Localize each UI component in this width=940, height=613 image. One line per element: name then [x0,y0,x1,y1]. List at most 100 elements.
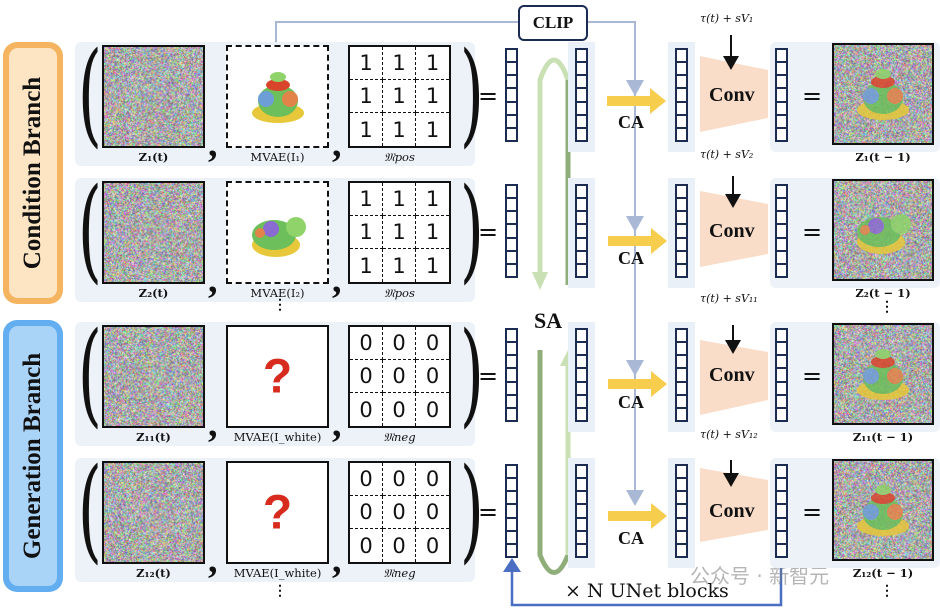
sa-arc-bottom [537,350,571,575]
ca-output-vector [675,328,688,422]
ca-output-vector [675,48,688,142]
turtle-toy-image [857,349,909,400]
mask-cell: 1 [416,80,449,113]
vector-cell [777,199,786,213]
mask-cell: 1 [416,216,449,249]
condition-image-box [226,181,329,284]
mask-cell: 1 [425,117,440,142]
output-denoised-image [832,323,934,425]
mask-cell: 1 [383,47,416,80]
vector-cell [507,225,516,239]
mask-grid: 000000000 [348,461,451,564]
turtle-toy-image [857,69,909,120]
sa-arrowhead-down [532,272,548,290]
latent-noise-image [102,181,205,284]
vector-cell [677,466,686,480]
vector-cell [677,199,686,213]
mask-cell: 1 [350,183,383,216]
mask-cell: 0 [383,393,416,426]
vector-cell [677,383,686,396]
output-denoised-image [832,179,934,281]
vector-cell [507,265,516,276]
latent-noise-image [102,325,205,428]
vector-cell [507,505,516,519]
condition-label: MVAE(I₁) [250,150,305,164]
vector-cell [507,519,516,532]
conv-output-vector [775,464,788,558]
vector-cell [507,466,516,480]
ca-arrows [607,88,667,529]
turtle-toy-image [251,71,304,123]
mask-cell: 1 [383,249,416,282]
vector-cell [577,409,586,420]
equals-sign: = [802,362,823,390]
vector-cell [777,466,786,480]
vector-cell [577,492,586,506]
sa-arc-top [537,57,571,285]
output-denoised-image [832,43,934,145]
latent-noise-image [102,461,205,564]
vector-cell [777,532,786,545]
timestep-embedding-label: τ(t) + sV₁ [700,12,754,25]
equals-sign: = [478,218,499,246]
vector-cell [777,129,786,140]
vector-cell [677,186,686,200]
input-feature-vector [505,48,518,142]
turtle-toy-image [857,214,911,254]
vector-cell [777,519,786,532]
clip-encoder-box: CLIP [518,5,588,41]
vector-cell [577,129,586,140]
timestep-embedding-label: τ(t) + sV₂ [700,148,754,161]
vector-cell [577,356,586,370]
condition-label: MVAE(I_white) [233,430,322,444]
mask-label: 𝔐neg [383,430,416,444]
vector-cell [577,343,586,357]
equals-sign: = [478,362,499,390]
ellipsis: ⋮ [273,297,287,313]
mask-cell: 1 [383,113,416,146]
mask-cell: 1 [350,47,383,80]
vector-cell [577,212,586,226]
output-label: Z₁₁(t − 1) [852,430,914,444]
vector-cell [777,50,786,64]
ca-output-vector [675,184,688,278]
mask-label: 𝔐pos [384,150,415,164]
output-label: Z₁(t − 1) [855,150,911,164]
vector-cell [677,50,686,64]
vector-cell [777,409,786,420]
white-image-box: ? [226,325,329,428]
vector-cell [777,343,786,357]
ellipsis: ⋮ [880,583,894,599]
left-parenthesis: ( [77,309,102,439]
vector-cell [507,343,516,357]
latent-label: Z₁₁(t) [136,430,171,444]
conv-label: Conv [709,84,755,106]
mask-cell: 1 [350,216,383,249]
vector-cell [577,239,586,252]
condition-image-box [226,45,329,148]
vector-cell [507,129,516,140]
vector-cell [577,225,586,239]
vector-cell [507,239,516,252]
vector-cell [677,265,686,276]
vector-cell [507,545,516,556]
mask-grid: 111111111 [348,45,451,148]
unet-loop-arrowhead [503,558,521,572]
vector-cell [507,212,516,226]
vector-cell [777,479,786,493]
vector-cell [777,369,786,383]
vector-cell [777,63,786,77]
vector-cell [507,63,516,77]
mask-cell: 0 [383,327,416,360]
vector-cell [677,252,686,265]
vector-cell [777,89,786,103]
mask-cell: 0 [383,360,416,393]
comma: , [332,259,342,301]
vector-cell [577,519,586,532]
ca-arrow-4 [608,503,667,529]
vector-cell [777,505,786,519]
vector-cell [777,356,786,370]
vector-cell [677,212,686,226]
ca-output-vector [675,464,688,558]
conv-label: Conv [709,500,755,522]
